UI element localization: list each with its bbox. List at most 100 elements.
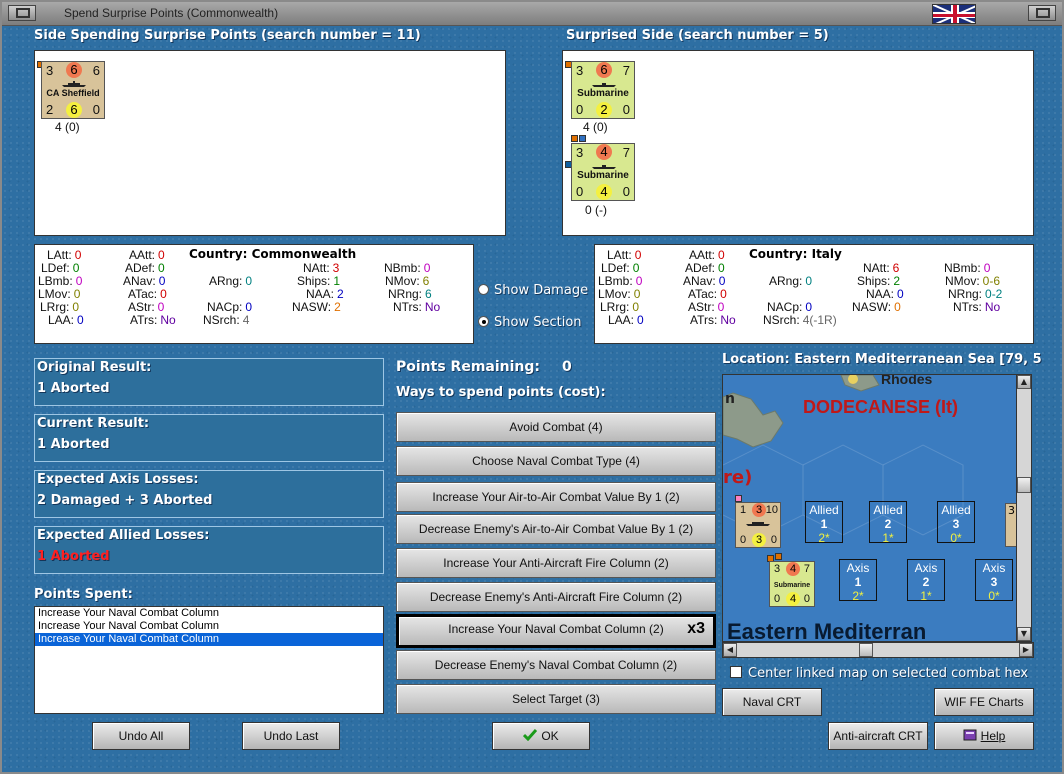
increase-air-to-air-button[interactable]: Increase Your Air-to-Air Combat Value By… (396, 482, 716, 512)
stat-nrng: NRng: 6 (388, 287, 432, 301)
undo-last-button[interactable]: Undo Last (242, 722, 340, 750)
surprised-units-box: 3 6 7 Submarine 0 2 0 4 (0) 3 4 7 Submar… (562, 50, 1034, 236)
map-counter-ca[interactable]: 1 3 10 0 3 0 (735, 502, 781, 548)
stat-value: No (424, 300, 441, 314)
allied-slot-3[interactable]: Allied 3 0* (937, 501, 975, 545)
spending-units-box: 3 6 6 CA Sheffield 2 6 0 4 (0) (34, 50, 506, 236)
scroll-down-icon[interactable]: ▼ (1017, 627, 1031, 641)
increase-naval-combat-column-button[interactable]: Increase Your Naval Combat Column (2) x3 (396, 614, 716, 648)
stat-atac: ATac: 0 (128, 287, 167, 301)
decrease-enemy-aa-fire-button[interactable]: Decrease Enemy's Anti-Aircraft Fire Colu… (396, 582, 716, 612)
ship-icon (746, 522, 770, 526)
submarine-icon (592, 165, 616, 169)
option-label: Decrease Enemy's Anti-Aircraft Fire Colu… (429, 590, 683, 604)
unit-caption: 0 (-) (585, 203, 607, 217)
map-counter-submarine[interactable]: 3 4 7 Submarine 0 4 0 (769, 561, 815, 607)
points-spent-list[interactable]: Increase Your Naval Combat Column Increa… (34, 606, 384, 714)
naval-crt-button[interactable]: Naval CRT (722, 688, 822, 716)
unit-counter-submarine-2[interactable]: 3 4 7 Submarine 0 4 0 (571, 143, 635, 201)
show-section-radio[interactable]: Show Section (478, 315, 582, 330)
counter-value: 0 (92, 102, 100, 117)
slot-side: Axis (846, 561, 870, 575)
show-damage-label: Show Damage (494, 283, 589, 298)
stat-value: 0 (718, 248, 725, 262)
scroll-up-icon[interactable]: ▲ (1017, 375, 1031, 389)
axis-slot-2[interactable]: Axis 2 1* (907, 559, 945, 603)
window-menu-button[interactable] (8, 5, 36, 21)
radio-checked-icon (478, 316, 489, 327)
unit-counter-submarine-1[interactable]: 3 6 7 Submarine 0 2 0 (571, 61, 635, 119)
stat-ntrs: NTrs: No (393, 300, 441, 314)
scroll-left-icon[interactable]: ◀ (723, 643, 737, 657)
wif-fe-charts-button[interactable]: WIF FE Charts (934, 688, 1034, 716)
stat-nasw: NASW: 2 (292, 300, 341, 314)
map-vertical-scrollbar[interactable]: ▲ ▼ (1016, 374, 1032, 642)
help-button[interactable]: Help (934, 722, 1034, 750)
avoid-combat-button[interactable]: Avoid Combat (4) (396, 412, 716, 442)
stat-lmov: LMov: 0 (38, 287, 81, 301)
stat-value: 2 (893, 274, 901, 288)
stat-value: 0 (75, 274, 83, 288)
map-label-dodecanese: DODECANESE (It) (803, 397, 959, 417)
center-map-checkbox[interactable]: Center linked map on selected combat hex (730, 666, 1028, 681)
scroll-thumb[interactable] (1017, 477, 1031, 493)
country-label: Country: (189, 247, 248, 261)
scroll-right-icon[interactable]: ▶ (1019, 643, 1033, 657)
select-target-button[interactable]: Select Target (3) (396, 684, 716, 714)
option-label: Increase Your Anti-Aircraft Fire Column … (443, 556, 669, 570)
mini-map[interactable]: Rhodes n DODECANESE (It) re) 1 3 10 0 3 … (722, 374, 1018, 642)
choose-naval-combat-type-button[interactable]: Choose Naval Combat Type (4) (396, 446, 716, 476)
slot-number: 1 (820, 517, 828, 531)
list-item[interactable]: Increase Your Naval Combat Column (35, 633, 383, 646)
show-damage-radio[interactable]: Show Damage (478, 283, 588, 298)
axis-slot-1[interactable]: Axis 1 2* (839, 559, 877, 603)
axis-losses-label: Expected Axis Losses: (37, 472, 199, 487)
allied-losses-label: Expected Allied Losses: (37, 528, 210, 543)
counter-value: 3 (752, 503, 766, 517)
anti-aircraft-crt-button[interactable]: Anti-aircraft CRT (828, 722, 928, 750)
stat-value: 0 (720, 287, 727, 301)
stat-value: 0 (72, 261, 80, 275)
map-label-n: n (725, 391, 735, 407)
stat-value: 0 (718, 261, 725, 275)
counter-value: 7 (803, 563, 810, 575)
list-item[interactable]: Increase Your Naval Combat Column (35, 620, 383, 633)
increase-aa-fire-button[interactable]: Increase Your Anti-Aircraft Fire Column … (396, 548, 716, 578)
axis-slot-3[interactable]: Axis 3 0* (975, 559, 1013, 603)
stat-natt: NAtt: 6 (863, 261, 900, 275)
counter-name: Submarine (577, 88, 629, 99)
points-remaining-label: Points Remaining: (396, 359, 541, 375)
allied-slot-2[interactable]: Allied 2 1* (869, 501, 907, 545)
list-item[interactable]: Increase Your Naval Combat Column (35, 607, 383, 620)
maximize-button[interactable] (1028, 5, 1056, 21)
map-horizontal-scrollbar[interactable]: ◀ ▶ (722, 642, 1034, 658)
stat-value: No (984, 300, 1001, 314)
show-section-label: Show Section (494, 315, 582, 330)
ok-button[interactable]: OK (492, 722, 590, 750)
counter-value: 10 (765, 504, 778, 516)
button-label: Help (980, 729, 1006, 743)
button-label: Naval CRT (742, 695, 802, 709)
allied-slot-1[interactable]: Allied 1 2* (805, 501, 843, 545)
decrease-enemy-naval-combat-column-button[interactable]: Decrease Enemy's Naval Combat Column (2) (396, 650, 716, 680)
radio-unchecked-icon (478, 284, 489, 295)
unit-counter-ca-sheffield[interactable]: 3 6 6 CA Sheffield 2 6 0 (41, 61, 105, 119)
scroll-thumb[interactable] (859, 643, 873, 657)
stat-nbmb: NBmb: 0 (384, 261, 431, 275)
stat-nacp: NACp: 0 (767, 300, 813, 314)
stat-naa: NAA: 2 (306, 287, 344, 301)
stat-astr: AStr: 0 (688, 300, 725, 314)
slot-number: 2 (922, 575, 930, 589)
original-result-value: 1 Aborted (37, 381, 110, 396)
decrease-enemy-air-to-air-button[interactable]: Decrease Enemy's Air-to-Air Combat Value… (396, 514, 716, 544)
stat-ldef: LDef: 0 (601, 261, 640, 275)
stat-astr: AStr: 0 (128, 300, 165, 314)
option-label: Increase Your Naval Combat Column (2) (448, 622, 664, 636)
stat-lmov: LMov: 0 (598, 287, 641, 301)
stat-value: 0 (74, 248, 82, 262)
counter-name: Submarine (577, 170, 629, 181)
current-result-label: Current Result: (37, 416, 150, 431)
stat-adef: ADef: 0 (685, 261, 725, 275)
undo-all-button[interactable]: Undo All (92, 722, 190, 750)
surprised-side-header: Surprised Side (search number = 5) (566, 28, 829, 43)
